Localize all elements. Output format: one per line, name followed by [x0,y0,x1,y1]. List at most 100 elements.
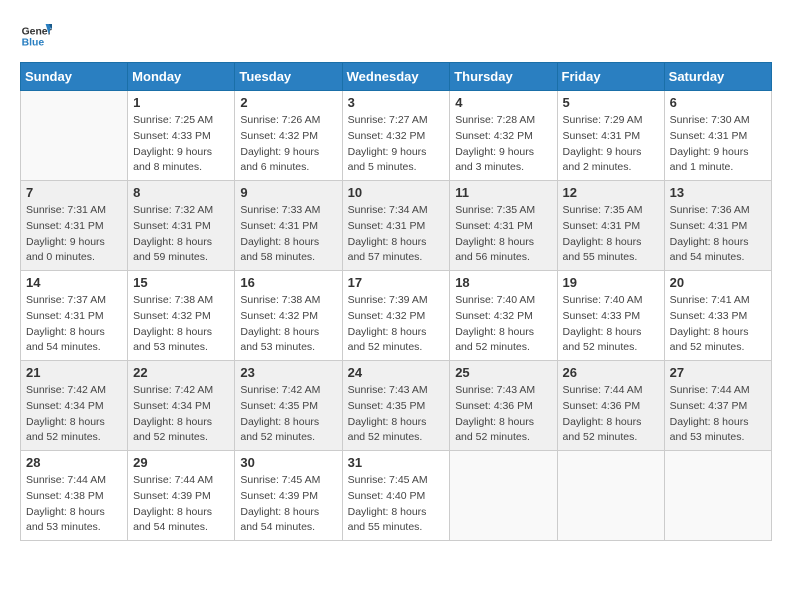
day-cell: 29 Sunrise: 7:44 AMSunset: 4:39 PMDayligh… [128,451,235,541]
day-cell [557,451,664,541]
day-info: Sunrise: 7:40 AMSunset: 4:32 PMDaylight:… [455,293,551,356]
day-info: Sunrise: 7:30 AMSunset: 4:31 PMDaylight:… [670,113,766,176]
week-row-0: 1Sunrise: 7:25 AMSunset: 4:33 PMDaylight… [21,91,772,181]
col-header-wednesday: Wednesday [342,63,450,91]
day-info: Sunrise: 7:27 AMSunset: 4:32 PMDaylight:… [348,113,445,176]
day-number: 22 [133,365,229,380]
day-info: Sunrise: 7:26 AMSunset: 4:32 PMDaylight:… [240,113,336,176]
day-cell: 13Sunrise: 7:36 AMSunset: 4:31 PMDayligh… [664,181,771,271]
col-header-monday: Monday [128,63,235,91]
day-cell: 26 Sunrise: 7:44 AMSunset: 4:36 PMDayligh… [557,361,664,451]
day-number: 24 [348,365,445,380]
day-cell: 3 Sunrise: 7:27 AMSunset: 4:32 PMDaylight… [342,91,450,181]
day-cell [664,451,771,541]
day-number: 8 [133,185,229,200]
day-info: Sunrise: 7:31 AMSunset: 4:31 PMDaylight:… [26,203,122,266]
day-cell: 19 Sunrise: 7:40 AMSunset: 4:33 PMDayligh… [557,271,664,361]
svg-text:Blue: Blue [22,38,45,49]
col-header-thursday: Thursday [450,63,557,91]
day-info: Sunrise: 7:42 AMSunset: 4:35 PMDaylight:… [240,383,336,446]
calendar: SundayMondayTuesdayWednesdayThursdayFrid… [20,62,772,541]
day-cell: 17 Sunrise: 7:39 AMSunset: 4:32 PMDayligh… [342,271,450,361]
day-info: Sunrise: 7:40 AMSunset: 4:33 PMDaylight:… [563,293,659,356]
day-number: 31 [348,455,445,470]
day-number: 7 [26,185,122,200]
day-info: Sunrise: 7:45 AMSunset: 4:40 PMDaylight:… [348,473,445,536]
day-info: Sunrise: 7:39 AMSunset: 4:32 PMDaylight:… [348,293,445,356]
day-cell: 7 Sunrise: 7:31 AMSunset: 4:31 PMDaylight… [21,181,128,271]
day-cell: 28Sunrise: 7:44 AMSunset: 4:38 PMDayligh… [21,451,128,541]
day-number: 15 [133,275,229,290]
day-info: Sunrise: 7:34 AMSunset: 4:31 PMDaylight:… [348,203,445,266]
day-number: 17 [348,275,445,290]
day-cell: 22 Sunrise: 7:42 AMSunset: 4:34 PMDayligh… [128,361,235,451]
day-cell: 2 Sunrise: 7:26 AMSunset: 4:32 PMDaylight… [235,91,342,181]
day-cell: 4 Sunrise: 7:28 AMSunset: 4:32 PMDaylight… [450,91,557,181]
week-row-4: 28Sunrise: 7:44 AMSunset: 4:38 PMDayligh… [21,451,772,541]
col-header-saturday: Saturday [664,63,771,91]
day-info: Sunrise: 7:38 AMSunset: 4:32 PMDaylight:… [240,293,336,356]
day-number: 13 [670,185,766,200]
calendar-header: SundayMondayTuesdayWednesdayThursdayFrid… [21,63,772,91]
header: General Blue [20,20,772,52]
day-info: Sunrise: 7:37 AMSunset: 4:31 PMDaylight:… [26,293,122,356]
logo-icon: General Blue [20,20,52,52]
col-header-tuesday: Tuesday [235,63,342,91]
day-number: 29 [133,455,229,470]
day-cell: 12Sunrise: 7:35 AMSunset: 4:31 PMDayligh… [557,181,664,271]
day-number: 6 [670,95,766,110]
day-number: 2 [240,95,336,110]
day-info: Sunrise: 7:33 AMSunset: 4:31 PMDaylight:… [240,203,336,266]
day-info: Sunrise: 7:41 AMSunset: 4:33 PMDaylight:… [670,293,766,356]
day-number: 9 [240,185,336,200]
col-header-friday: Friday [557,63,664,91]
day-info: Sunrise: 7:38 AMSunset: 4:32 PMDaylight:… [133,293,229,356]
day-cell: 14 Sunrise: 7:37 AMSunset: 4:31 PMDayligh… [21,271,128,361]
day-cell: 27 Sunrise: 7:44 AMSunset: 4:37 PMDayligh… [664,361,771,451]
day-cell: 9 Sunrise: 7:33 AMSunset: 4:31 PMDaylight… [235,181,342,271]
day-cell: 15 Sunrise: 7:38 AMSunset: 4:32 PMDayligh… [128,271,235,361]
col-header-sunday: Sunday [21,63,128,91]
day-number: 26 [563,365,659,380]
day-info: Sunrise: 7:28 AMSunset: 4:32 PMDaylight:… [455,113,551,176]
day-number: 23 [240,365,336,380]
day-cell [21,91,128,181]
day-cell: 18 Sunrise: 7:40 AMSunset: 4:32 PMDayligh… [450,271,557,361]
day-number: 5 [563,95,659,110]
day-info: Sunrise: 7:29 AMSunset: 4:31 PMDaylight:… [563,113,659,176]
day-info: Sunrise: 7:43 AMSunset: 4:35 PMDaylight:… [348,383,445,446]
day-cell: 6 Sunrise: 7:30 AMSunset: 4:31 PMDaylight… [664,91,771,181]
day-cell: 5 Sunrise: 7:29 AMSunset: 4:31 PMDaylight… [557,91,664,181]
day-number: 27 [670,365,766,380]
day-info: Sunrise: 7:44 AMSunset: 4:37 PMDaylight:… [670,383,766,446]
day-info: Sunrise: 7:44 AMSunset: 4:36 PMDaylight:… [563,383,659,446]
day-info: Sunrise: 7:42 AMSunset: 4:34 PMDaylight:… [133,383,229,446]
day-cell: 16Sunrise: 7:38 AMSunset: 4:32 PMDayligh… [235,271,342,361]
day-number: 18 [455,275,551,290]
day-number: 4 [455,95,551,110]
day-info: Sunrise: 7:44 AMSunset: 4:39 PMDaylight:… [133,473,229,536]
day-number: 30 [240,455,336,470]
day-number: 1 [133,95,229,110]
day-number: 14 [26,275,122,290]
day-info: Sunrise: 7:32 AMSunset: 4:31 PMDaylight:… [133,203,229,266]
day-info: Sunrise: 7:45 AMSunset: 4:39 PMDaylight:… [240,473,336,536]
day-number: 19 [563,275,659,290]
day-info: Sunrise: 7:35 AMSunset: 4:31 PMDaylight:… [455,203,551,266]
day-number: 3 [348,95,445,110]
day-cell: 1Sunrise: 7:25 AMSunset: 4:33 PMDaylight… [128,91,235,181]
day-number: 10 [348,185,445,200]
day-cell: 30 Sunrise: 7:45 AMSunset: 4:39 PMDayligh… [235,451,342,541]
week-row-1: 7 Sunrise: 7:31 AMSunset: 4:31 PMDaylight… [21,181,772,271]
day-info: Sunrise: 7:35 AMSunset: 4:31 PMDaylight:… [563,203,659,266]
day-info: Sunrise: 7:43 AMSunset: 4:36 PMDaylight:… [455,383,551,446]
day-cell: 25Sunrise: 7:43 AMSunset: 4:36 PMDayligh… [450,361,557,451]
day-cell: 21Sunrise: 7:42 AMSunset: 4:34 PMDayligh… [21,361,128,451]
week-row-3: 21 Sunrise: 7:42 AMSunset: 4:34 PMDayligh… [21,361,772,451]
logo: General Blue [20,20,56,52]
day-number: 21 [26,365,122,380]
day-info: Sunrise: 7:44 AMSunset: 4:38 PMDaylight:… [26,473,122,536]
day-number: 20 [670,275,766,290]
day-cell: 8 Sunrise: 7:32 AMSunset: 4:31 PMDaylight… [128,181,235,271]
day-cell: 24 Sunrise: 7:43 AMSunset: 4:35 PMDayligh… [342,361,450,451]
